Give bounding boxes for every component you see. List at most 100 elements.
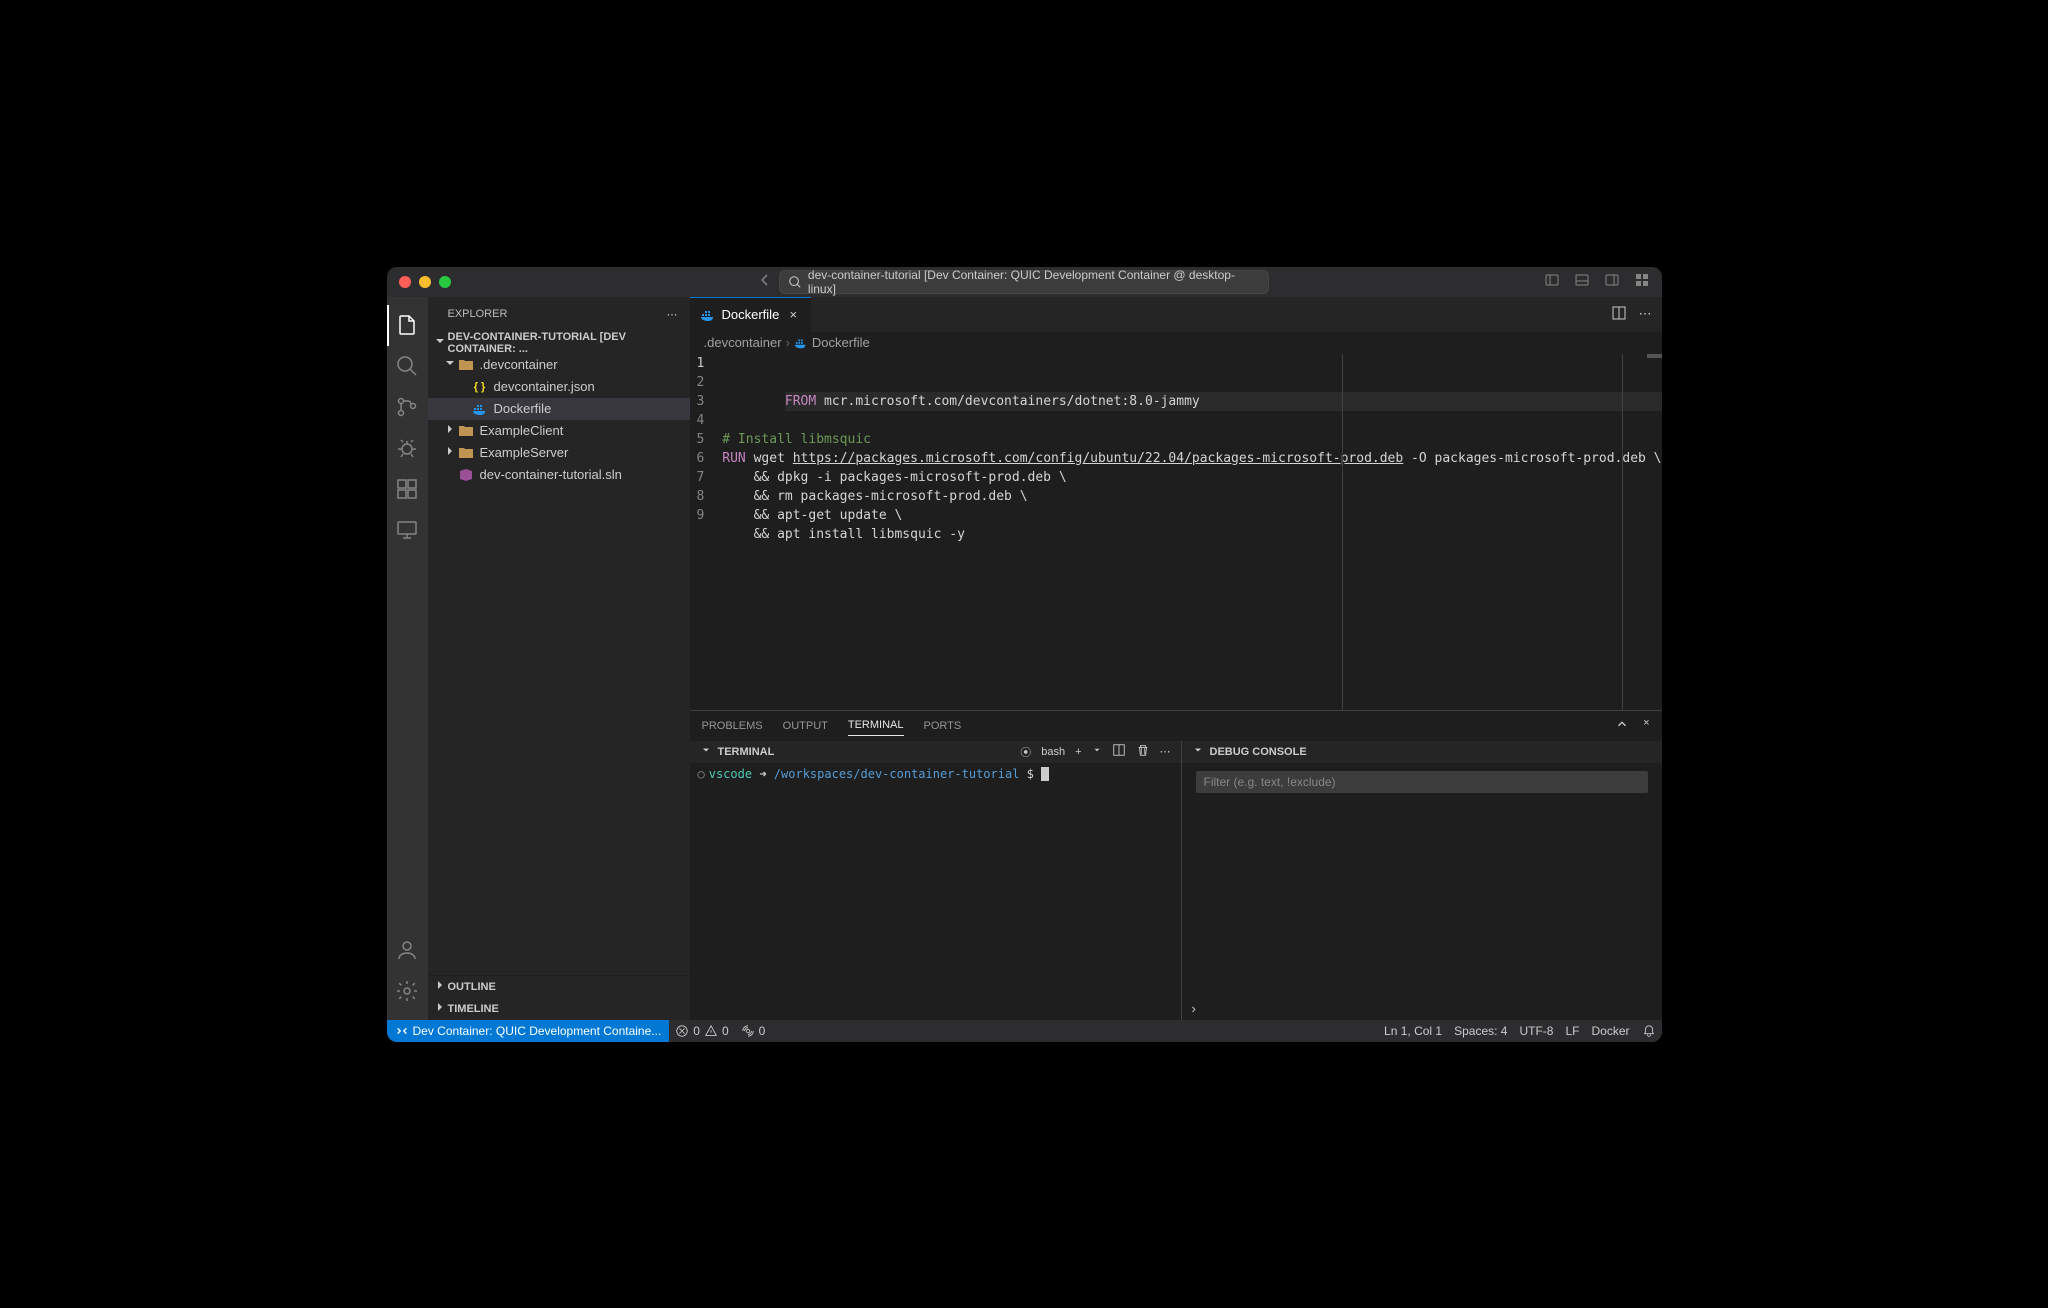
debug-console-header: DEBUG CONSOLE	[1182, 741, 1662, 763]
chevron-down-icon	[700, 744, 712, 759]
folder-icon	[458, 423, 474, 439]
more-actions-button[interactable]: ⋯	[1639, 306, 1652, 322]
kill-terminal-button[interactable]	[1136, 743, 1150, 760]
activity-extensions[interactable]	[387, 469, 428, 510]
status-eol[interactable]: LF	[1559, 1024, 1585, 1038]
terminal-dropdown-button[interactable]	[1092, 745, 1102, 758]
close-tab-button[interactable]: ×	[785, 307, 801, 323]
panel-tab-problems[interactable]: PROBLEMS	[702, 716, 763, 736]
activity-bar	[387, 297, 428, 1020]
nav-back-button[interactable]	[757, 272, 773, 291]
chevron-right-icon	[442, 443, 458, 462]
tab-label: Dockerfile	[722, 307, 780, 322]
tree-folder[interactable]: ExampleServer	[428, 442, 690, 464]
ports-icon	[741, 1024, 755, 1038]
debug-filter-input[interactable]	[1196, 771, 1648, 793]
debug-console-pane: DEBUG CONSOLE ›	[1182, 741, 1662, 1020]
toggle-secondary-sidebar-button[interactable]	[1604, 272, 1620, 291]
tree-item-label: Dockerfile	[494, 401, 552, 416]
terminal-shell-icon: ⦿	[1020, 744, 1031, 760]
terminal-shell-name[interactable]: bash	[1041, 746, 1065, 758]
tree-file[interactable]: Dockerfile	[428, 398, 690, 420]
activity-settings[interactable]	[387, 971, 428, 1012]
activity-run-debug[interactable]	[387, 428, 428, 469]
breadcrumb-item[interactable]: Dockerfile	[812, 335, 870, 350]
tree-item-label: devcontainer.json	[494, 379, 595, 394]
titlebar-layout-controls	[1544, 272, 1650, 291]
command-center[interactable]: dev-container-tutorial [Dev Container: Q…	[779, 270, 1269, 294]
code-editor[interactable]: 123456789 FROM mcr.microsoft.com/devcont…	[690, 354, 1662, 710]
minimize-window-button[interactable]	[419, 276, 431, 288]
panel-tab-ports[interactable]: PORTS	[924, 716, 962, 736]
customize-layout-button[interactable]	[1634, 272, 1650, 291]
code-content[interactable]: FROM mcr.microsoft.com/devcontainers/dot…	[722, 354, 1661, 710]
tree-item-label: .devcontainer	[480, 357, 558, 372]
sidebar: EXPLORER ⋯ DEV-CONTAINER-TUTORIAL [DEV C…	[428, 297, 690, 1020]
terminal[interactable]: ○vscode ➜ /workspaces/dev-container-tuto…	[690, 763, 1181, 1020]
tree-file[interactable]: dev-container-tutorial.sln	[428, 464, 690, 486]
activity-explorer[interactable]	[387, 305, 428, 346]
panel-tab-terminal[interactable]: TERMINAL	[848, 715, 904, 736]
activity-source-control[interactable]	[387, 387, 428, 428]
toggle-primary-sidebar-button[interactable]	[1544, 272, 1560, 291]
search-icon	[788, 275, 802, 289]
chevron-right-icon: ›	[786, 335, 790, 350]
status-encoding[interactable]: UTF-8	[1513, 1024, 1559, 1038]
status-language[interactable]: Docker	[1585, 1024, 1635, 1038]
panel-close-button[interactable]: ×	[1643, 717, 1649, 734]
chevron-down-icon	[1192, 744, 1204, 759]
sidebar-header: EXPLORER ⋯	[428, 297, 690, 332]
panel-maximize-button[interactable]	[1615, 717, 1629, 734]
traffic-lights	[399, 276, 451, 288]
outline-section[interactable]: OUTLINE	[428, 976, 690, 998]
minimap[interactable]	[1647, 354, 1662, 358]
breadcrumbs[interactable]: .devcontainer › Dockerfile	[690, 332, 1662, 354]
split-terminal-button[interactable]	[1112, 743, 1126, 760]
docker-icon	[794, 336, 808, 350]
maximize-window-button[interactable]	[439, 276, 451, 288]
tree-folder[interactable]: .devcontainer	[428, 354, 690, 376]
breadcrumb-item[interactable]: .devcontainer	[704, 335, 782, 350]
status-ports[interactable]: 0	[735, 1024, 772, 1038]
tab-dockerfile[interactable]: Dockerfile ×	[690, 297, 812, 332]
chevron-right-icon	[432, 999, 448, 1018]
line-numbers: 123456789	[690, 354, 723, 710]
error-icon	[675, 1024, 689, 1038]
remote-icon	[395, 1024, 409, 1038]
chevron-down-icon	[442, 355, 458, 374]
status-indentation[interactable]: Spaces: 4	[1448, 1024, 1513, 1038]
warning-icon	[704, 1024, 718, 1038]
status-bar: Dev Container: QUIC Development Containe…	[387, 1020, 1662, 1042]
split-editor-button[interactable]	[1611, 305, 1627, 324]
editor-tabs: Dockerfile × ⋯	[690, 297, 1662, 332]
new-terminal-button[interactable]: +	[1075, 746, 1081, 758]
terminal-pane: TERMINAL ⦿ bash + ⋯	[690, 741, 1182, 1020]
activity-accounts[interactable]	[387, 930, 428, 971]
panel-tab-output[interactable]: OUTPUT	[783, 716, 828, 736]
close-window-button[interactable]	[399, 276, 411, 288]
panel: PROBLEMS OUTPUT TERMINAL PORTS × TERMINA…	[690, 710, 1662, 1020]
chevron-right-icon	[442, 421, 458, 440]
activity-search[interactable]	[387, 346, 428, 387]
status-remote[interactable]: Dev Container: QUIC Development Containe…	[387, 1020, 670, 1042]
project-header[interactable]: DEV-CONTAINER-TUTORIAL [DEV CONTAINER: .…	[428, 332, 690, 354]
toggle-panel-button[interactable]	[1574, 272, 1590, 291]
prompt-path: /workspaces/dev-container-tutorial	[774, 767, 1020, 781]
folder-icon	[458, 445, 474, 461]
status-cursor-position[interactable]: Ln 1, Col 1	[1378, 1024, 1448, 1038]
debug-console-title: DEBUG CONSOLE	[1210, 746, 1307, 758]
activity-remote-explorer[interactable]	[387, 510, 428, 551]
chevron-down-icon	[432, 333, 448, 352]
tree-item-label: dev-container-tutorial.sln	[480, 467, 622, 482]
timeline-section[interactable]: TIMELINE	[428, 998, 690, 1020]
tree-folder[interactable]: ExampleClient	[428, 420, 690, 442]
terminal-more-button[interactable]: ⋯	[1160, 745, 1171, 758]
sln-icon	[458, 467, 474, 483]
status-notifications[interactable]	[1636, 1024, 1662, 1038]
command-center-text: dev-container-tutorial [Dev Container: Q…	[808, 268, 1260, 296]
debug-repl-prompt[interactable]: ›	[1182, 997, 1662, 1020]
status-problems[interactable]: 0 0	[669, 1024, 734, 1038]
sidebar-more-button[interactable]: ⋯	[667, 308, 678, 321]
tree-file[interactable]: { }devcontainer.json	[428, 376, 690, 398]
bell-icon	[1642, 1024, 1656, 1038]
